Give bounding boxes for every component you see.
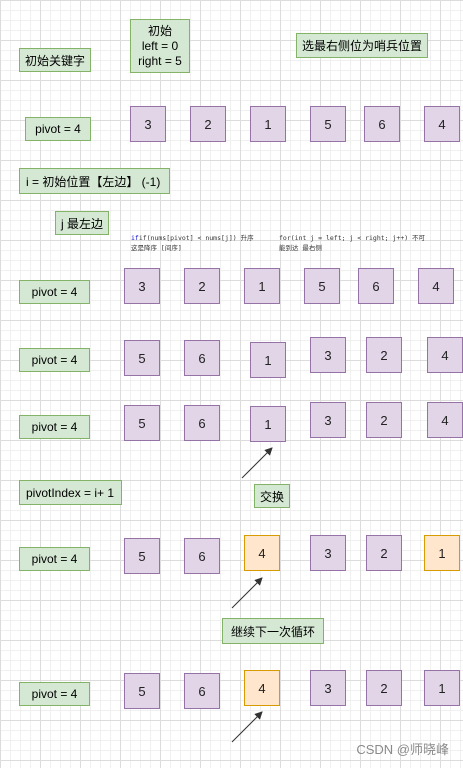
arrow-to-cell-row4 <box>241 447 273 479</box>
arrow-to-cell-row6 <box>231 711 263 743</box>
watermark: CSDN @师晓峰 <box>356 742 449 757</box>
pointer-arrows <box>231 447 273 743</box>
arrow-to-cell-row5 <box>231 577 263 609</box>
